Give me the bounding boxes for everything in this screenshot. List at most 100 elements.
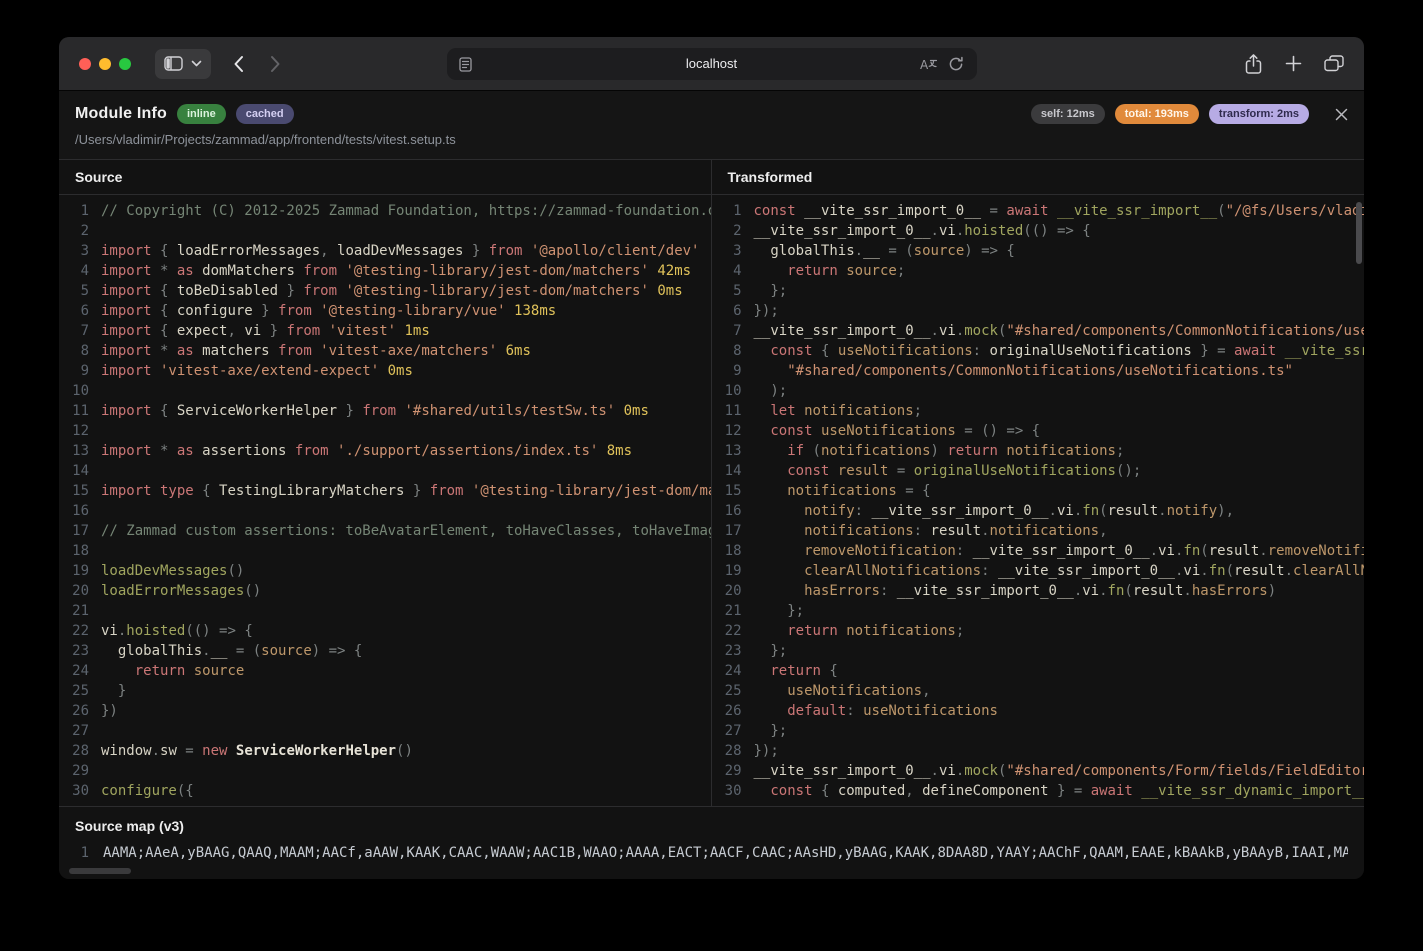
- close-window-button[interactable]: [79, 58, 91, 70]
- horizontal-scrollbar[interactable]: [69, 868, 131, 874]
- code-line: 21: [67, 601, 711, 621]
- code-line: 27: [67, 721, 711, 741]
- tab-overview-button[interactable]: [1324, 55, 1344, 72]
- code-line: 14: [67, 461, 711, 481]
- code-line: 16 notify: __vite_ssr_import_0__.vi.fn(r…: [720, 501, 1365, 521]
- tabs-icon: [1324, 55, 1344, 72]
- line-number: 10: [720, 381, 742, 401]
- module-file-path: /Users/vladimir/Projects/zammad/app/fron…: [75, 132, 1348, 147]
- address-bar[interactable]: localhost A: [447, 48, 977, 80]
- code-line: 29__vite_ssr_import_0__.vi.mock("#shared…: [720, 761, 1365, 781]
- line-number: 18: [720, 541, 742, 561]
- share-button[interactable]: [1244, 53, 1263, 75]
- code-line: 4import * as domMatchers from '@testing-…: [67, 261, 711, 281]
- line-number: 21: [720, 601, 742, 621]
- code-line: 22 return notifications;: [720, 621, 1365, 641]
- line-number: 29: [720, 761, 742, 781]
- metric-total: total: 193ms: [1115, 104, 1199, 124]
- close-icon: [1335, 108, 1348, 121]
- plus-icon: [1285, 55, 1302, 72]
- line-number: 1: [67, 201, 89, 221]
- line-number: 24: [67, 661, 89, 681]
- line-number: 26: [67, 701, 89, 721]
- line-number: 5: [67, 281, 89, 301]
- transformed-panel: Transformed 1const __vite_ssr_import_0__…: [712, 160, 1365, 806]
- line-number: 11: [67, 401, 89, 421]
- line-number: 24: [720, 661, 742, 681]
- line-number: 13: [720, 441, 742, 461]
- code-line: 9 "#shared/components/CommonNotification…: [720, 361, 1365, 381]
- line-number: 16: [720, 501, 742, 521]
- zoom-window-button[interactable]: [119, 58, 131, 70]
- line-number: 7: [67, 321, 89, 341]
- code-line: 18: [67, 541, 711, 561]
- minimize-window-button[interactable]: [99, 58, 111, 70]
- new-tab-button[interactable]: [1285, 55, 1302, 72]
- code-line: 2__vite_ssr_import_0__.vi.hoisted(() => …: [720, 221, 1365, 241]
- line-number: 30: [67, 781, 89, 801]
- code-line: 8 const { useNotifications: originalUseN…: [720, 341, 1365, 361]
- transformed-code[interactable]: 1const __vite_ssr_import_0__ = await __v…: [712, 195, 1365, 806]
- code-line: 19loadDevMessages(): [67, 561, 711, 581]
- code-line: 8import * as matchers from 'vitest-axe/m…: [67, 341, 711, 361]
- source-map-row: 1 AAMA;AAeA,yBAAG,QAAQ,MAAM;AACf,aAAW,KA…: [75, 843, 1348, 863]
- code-line: 25 useNotifications,: [720, 681, 1365, 701]
- line-number: 17: [67, 521, 89, 541]
- translate-icon[interactable]: A: [920, 57, 937, 72]
- svg-text:A: A: [920, 58, 929, 72]
- line-number: 20: [67, 581, 89, 601]
- code-line: 1// Copyright (C) 2012-2025 Zammad Found…: [67, 201, 711, 221]
- back-button[interactable]: [233, 55, 244, 73]
- line-number: 18: [67, 541, 89, 561]
- close-button[interactable]: [1335, 108, 1348, 121]
- code-line: 30configure({: [67, 781, 711, 801]
- code-line: 6});: [720, 301, 1365, 321]
- line-number: 3: [67, 241, 89, 261]
- source-map-title: Source map (v3): [75, 818, 1348, 834]
- metric-transform: transform: 2ms: [1209, 104, 1309, 124]
- line-number: 25: [67, 681, 89, 701]
- line-number: 23: [720, 641, 742, 661]
- code-line: 17// Zammad custom assertions: toBeAvata…: [67, 521, 711, 541]
- line-number: 11: [720, 401, 742, 421]
- line-number: 15: [720, 481, 742, 501]
- badge-cached: cached: [236, 104, 294, 124]
- line-number: 29: [67, 761, 89, 781]
- line-number: 13: [67, 441, 89, 461]
- code-line: 14 const result = originalUseNotificatio…: [720, 461, 1365, 481]
- browser-toolbar: localhost A: [59, 37, 1364, 91]
- code-line: 11 let notifications;: [720, 401, 1365, 421]
- code-panels: Source 1// Copyright (C) 2012-2025 Zamma…: [59, 160, 1364, 806]
- source-map-mappings: AAMA;AAeA,yBAAG,QAAQ,MAAM;AACf,aAAW,KAAK…: [103, 843, 1348, 863]
- code-line: 6import { configure } from '@testing-lib…: [67, 301, 711, 321]
- line-number: 3: [720, 241, 742, 261]
- source-code[interactable]: 1// Copyright (C) 2012-2025 Zammad Found…: [59, 195, 711, 806]
- page-title: Module Info: [75, 105, 167, 123]
- reload-icon[interactable]: [948, 56, 964, 72]
- vertical-scrollbar[interactable]: [1356, 202, 1362, 264]
- code-line: 30 const { computed, defineComponent } =…: [720, 781, 1365, 801]
- transformed-panel-title: Transformed: [712, 160, 1365, 195]
- browser-window: localhost A: [59, 37, 1364, 879]
- code-line: 5import { toBeDisabled } from '@testing-…: [67, 281, 711, 301]
- code-line: 11import { ServiceWorkerHelper } from '#…: [67, 401, 711, 421]
- code-line: 25 }: [67, 681, 711, 701]
- code-line: 22vi.hoisted(() => {: [67, 621, 711, 641]
- code-line: 15 notifications = {: [720, 481, 1365, 501]
- code-line: 18 removeNotification: __vite_ssr_import…: [720, 541, 1365, 561]
- line-number: 28: [67, 741, 89, 761]
- line-number: 4: [67, 261, 89, 281]
- sidebar-toggle-button[interactable]: [155, 49, 211, 79]
- code-line: 17 notifications: result.notifications,: [720, 521, 1365, 541]
- module-info-header: Module Info inline cached self: 12ms tot…: [59, 91, 1364, 160]
- timing-metrics: self: 12ms total: 193ms transform: 2ms: [1031, 104, 1309, 124]
- code-line: 7import { expect, vi } from 'vitest' 1ms: [67, 321, 711, 341]
- line-number: 12: [67, 421, 89, 441]
- code-line: 15import type { TestingLibraryMatchers }…: [67, 481, 711, 501]
- line-number: 19: [720, 561, 742, 581]
- badge-inline: inline: [177, 104, 226, 124]
- line-number: 19: [67, 561, 89, 581]
- forward-button[interactable]: [270, 55, 281, 73]
- source-map-section: Source map (v3) 1 AAMA;AAeA,yBAAG,QAAQ,M…: [59, 806, 1364, 879]
- code-line: 3 globalThis.__ = (source) => {: [720, 241, 1365, 261]
